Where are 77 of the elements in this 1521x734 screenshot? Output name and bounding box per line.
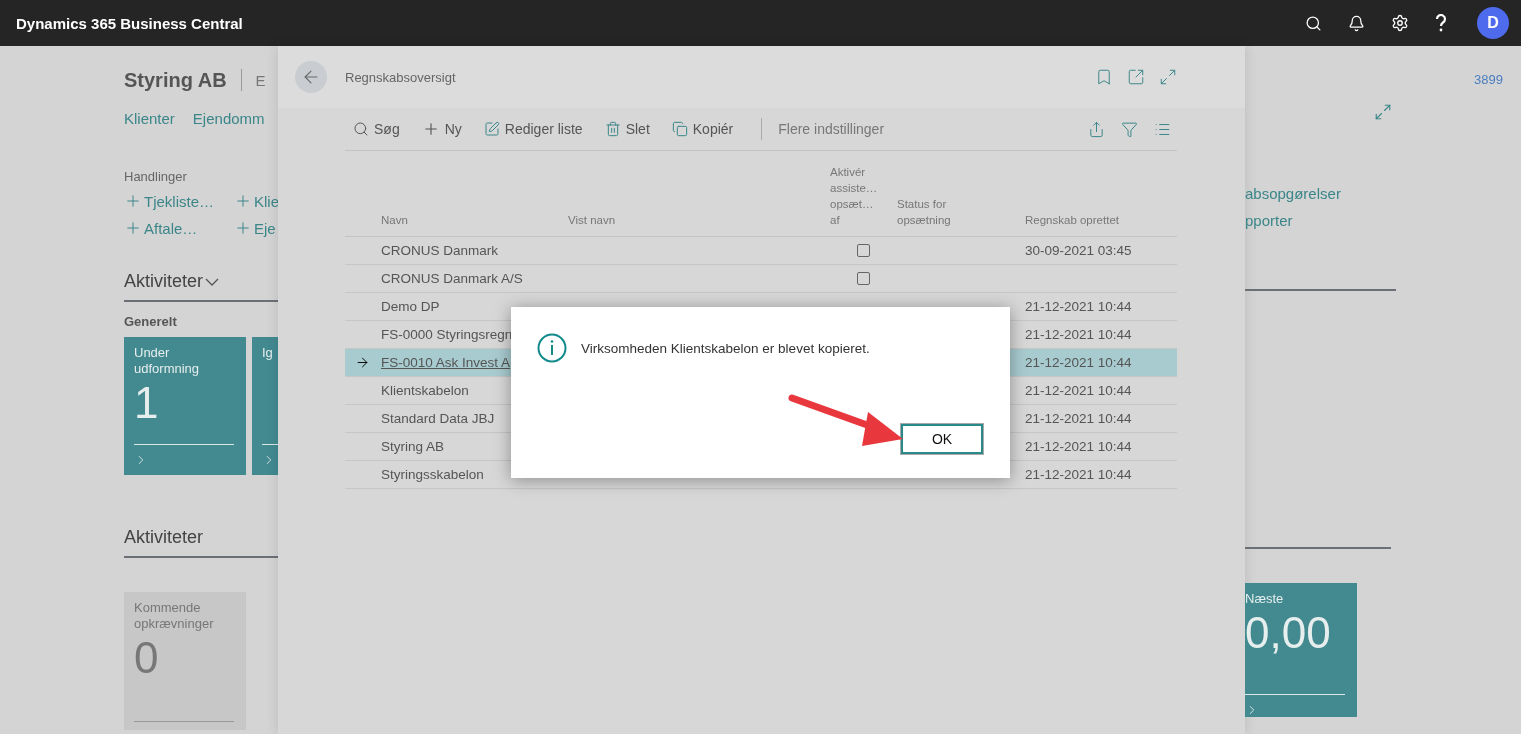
plus-icon [234,219,252,237]
action-link[interactable]: Klie [234,192,278,210]
bookmark-icon[interactable] [1095,68,1113,86]
column-header[interactable]: Status for opsætning [897,196,967,228]
name-cell-text: Klientskabelon [381,383,470,398]
date-cell-text: 21-12-2021 10:44 [1025,383,1133,398]
name-cell-text: Styringsskabelon [381,467,485,482]
search-icon [353,121,369,137]
dialog-message: Virksomheden Klientskabelon er blevet kopieret. [581,341,870,356]
date-cell-text: 21-12-2021 10:44 [1025,439,1133,454]
date-cell-text: 21-12-2021 10:44 [1025,467,1133,482]
activity-tile[interactable]: Ig [252,337,278,475]
filter-icon[interactable] [1121,120,1138,138]
chevron-down-icon[interactable] [205,277,220,286]
table-row[interactable]: CRONUS Danmark A/S [345,265,1177,293]
company-tab[interactable]: E [255,71,266,89]
name-cell-text: Standard Data JBJ [381,411,496,426]
column-header[interactable]: Regnskab oprettet [1025,212,1177,228]
expand-icon [1374,103,1392,121]
bell-icon[interactable] [1348,14,1365,32]
activity-tile[interactable]: Næste 0,00 [1245,583,1357,717]
column-header[interactable]: Navn [381,212,568,228]
checkbox[interactable] [857,244,870,257]
action-link[interactable]: Tjekliste… [124,192,234,210]
trash-icon [604,121,621,137]
action-link[interactable]: Eje [234,219,278,237]
panel-title: Regnskabsoversigt [345,69,457,85]
actions-title: Handlinger [124,169,188,184]
settings-icon[interactable] [1391,14,1409,32]
toolbar-button[interactable]: Slet [596,114,658,144]
nav-link[interactable]: Klienter [124,110,175,127]
date-cell-text: 21-12-2021 10:44 [1025,411,1133,426]
action-link[interactable]: Aftale… [124,219,234,237]
search-icon[interactable] [1305,14,1322,32]
report-link[interactable]: absopgørelser [1245,185,1521,202]
activity-tile[interactable]: Kommende opkrævninger 0 [124,592,246,730]
plus-icon [234,192,252,210]
more-options-button[interactable]: Flere indstillinger [778,121,1082,137]
name-cell-text: Demo DP [381,299,441,314]
toolbar-button[interactable]: Kopiér [663,114,742,144]
expand-icon[interactable] [1159,68,1177,86]
date-cell-text: 21-12-2021 10:44 [1025,327,1133,342]
table-row[interactable]: CRONUS Danmark 30-09-2021 03:45 [345,237,1177,265]
checkbox[interactable] [857,272,870,285]
group-label: Generelt [124,314,178,329]
section-title: Aktiviteter [124,527,204,548]
toolbar-button[interactable]: Søg [345,114,408,144]
toolbar-button[interactable]: Ny [413,114,470,144]
date-cell-text: 30-09-2021 03:45 [1025,243,1133,258]
name-cell-text: CRONUS Danmark [381,243,500,258]
edit-list-icon [483,121,500,137]
help-icon[interactable] [1435,14,1447,32]
name-cell-text: CRONUS Danmark A/S [381,271,524,286]
back-button[interactable] [295,61,327,93]
count-link[interactable]: 3899 [1474,72,1503,87]
info-icon [537,333,567,363]
company-name: Styring AB [124,68,227,92]
column-header[interactable]: Aktivér assiste… opsæt… af [830,164,886,228]
section-title[interactable]: Aktiviteter [124,271,204,292]
user-avatar[interactable]: D [1477,7,1509,39]
plus-icon [124,192,142,210]
copy-icon [671,121,688,137]
activity-tile[interactable]: Under udformning 1 [124,337,246,475]
app-title: Dynamics 365 Business Central [16,14,244,32]
share-icon[interactable] [1088,120,1105,138]
report-link[interactable]: pporter [1245,212,1521,229]
date-cell-text: 21-12-2021 10:44 [1025,299,1133,314]
popout-icon[interactable] [1127,68,1145,86]
column-header[interactable]: Vist navn [568,212,830,228]
date-cell-text: 21-12-2021 10:44 [1025,355,1133,370]
nav-link[interactable]: Ejendomm [192,110,265,127]
plus-icon [124,219,142,237]
arrow-right-icon [355,355,370,370]
toolbar-button[interactable]: Rediger liste [475,114,591,144]
name-cell-text: Styring AB [381,439,446,454]
ok-button[interactable]: OK [901,424,983,454]
name-cell-text: FS-0000 Styringsregn [381,327,514,342]
